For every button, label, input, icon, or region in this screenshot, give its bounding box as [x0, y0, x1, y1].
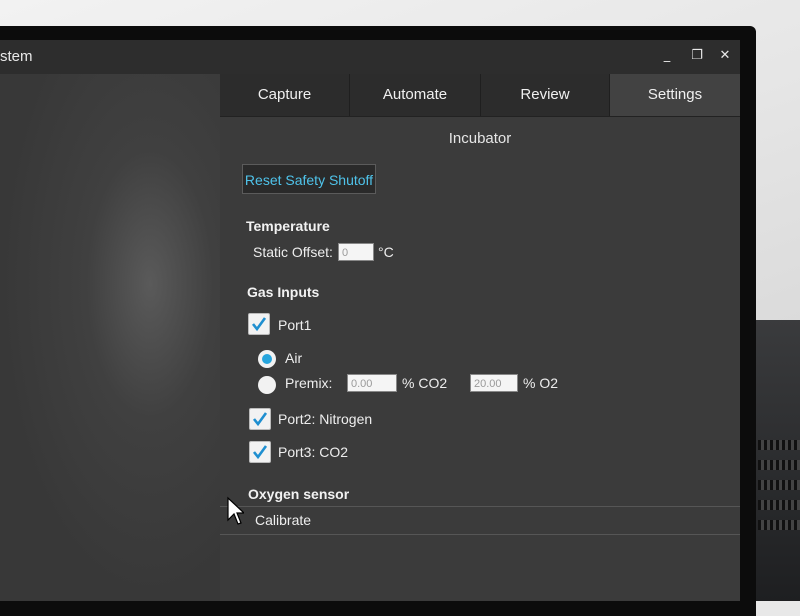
premix-o2-input[interactable]: 20.00: [470, 374, 518, 392]
static-offset-label: Static Offset:: [253, 244, 333, 260]
mouse-cursor-icon: [227, 496, 244, 525]
premix-co2-input[interactable]: 0.00: [347, 374, 397, 392]
static-offset-input[interactable]: 0: [338, 243, 374, 261]
section-divider: [220, 506, 740, 507]
port3-label: Port3: CO2: [278, 444, 349, 460]
air-radio[interactable]: [258, 350, 276, 368]
port1-checkbox[interactable]: [248, 313, 270, 335]
tab-settings[interactable]: Settings: [610, 74, 740, 116]
minimize-button[interactable]: _: [656, 46, 678, 66]
image-viewer-pane: [0, 74, 220, 601]
port2-checkbox[interactable]: [249, 408, 271, 430]
section-divider: [220, 534, 740, 535]
air-label: Air: [285, 350, 303, 366]
close-button[interactable]: ✕: [714, 46, 736, 66]
port3-checkbox[interactable]: [249, 441, 271, 463]
port1-label: Port1: [278, 317, 312, 333]
checkmark-icon: [252, 445, 268, 460]
o2-unit-label: % O2: [523, 375, 559, 391]
restore-button[interactable]: ❐: [686, 46, 708, 66]
vent-grille: [758, 440, 800, 450]
reset-safety-shutoff-button[interactable]: Reset Safety Shutoff: [242, 164, 376, 194]
premix-label: Premix:: [285, 375, 333, 391]
tab-bar: Capture Automate Review Settings: [220, 74, 740, 117]
oxygen-sensor-heading: Oxygen sensor: [248, 486, 350, 502]
premix-radio[interactable]: [258, 376, 276, 394]
gas-inputs-heading: Gas Inputs: [247, 284, 320, 300]
vent-grille: [758, 500, 800, 510]
tab-review[interactable]: Review: [481, 74, 610, 116]
window-title: stem: [0, 48, 33, 65]
title-bar: stem _ ❐ ✕: [0, 40, 740, 74]
checkmark-icon: [252, 412, 268, 427]
section-title: Incubator: [448, 130, 512, 147]
temperature-unit: °C: [378, 244, 394, 260]
tab-capture[interactable]: Capture: [220, 74, 350, 116]
calibrate-expander[interactable]: Calibrate: [255, 512, 311, 528]
vent-grille: [758, 480, 800, 490]
port2-label: Port2: Nitrogen: [278, 411, 373, 427]
vent-grille: [758, 460, 800, 470]
settings-panel: Capture Automate Review Settings Incubat…: [220, 74, 740, 601]
checkmark-icon: [251, 317, 267, 332]
temperature-heading: Temperature: [246, 218, 330, 234]
tab-automate[interactable]: Automate: [350, 74, 481, 116]
vent-grille: [758, 520, 800, 530]
app-window: stem _ ❐ ✕ Capture Automate Review Setti…: [0, 40, 740, 601]
co2-unit-label: % CO2: [402, 375, 448, 391]
